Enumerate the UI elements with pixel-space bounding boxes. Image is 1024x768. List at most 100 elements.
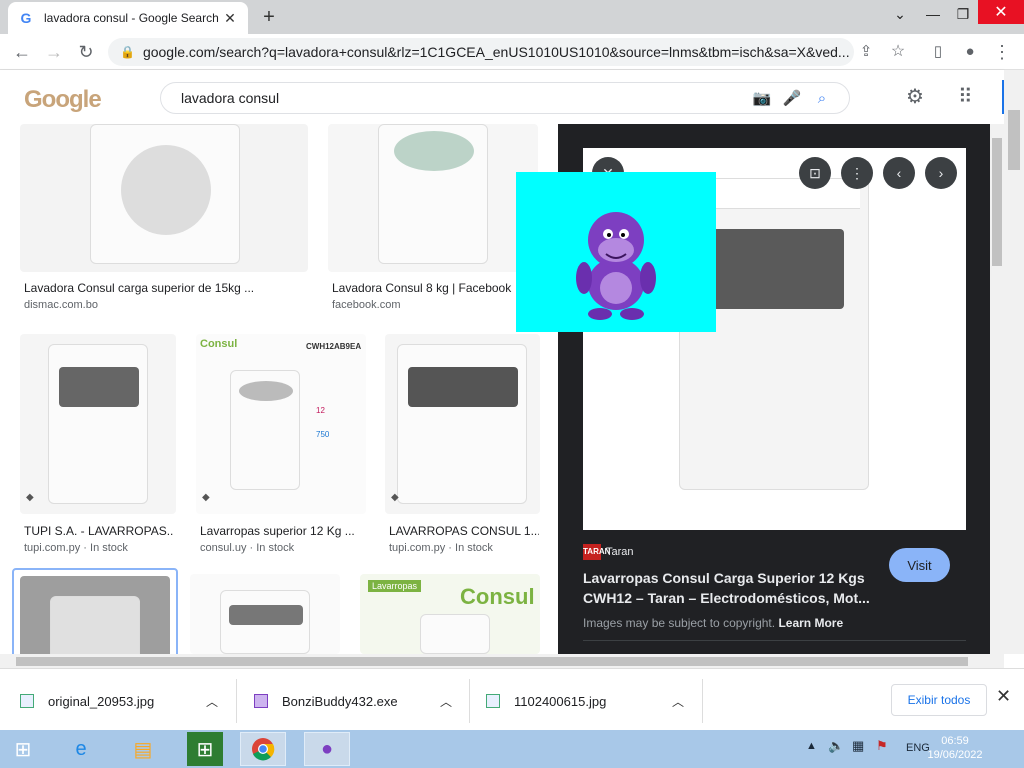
file-explorer-icon[interactable]: ▤: [120, 732, 166, 766]
store-icon[interactable]: ⊞: [187, 732, 223, 766]
image-file-icon: [20, 694, 34, 708]
result-card[interactable]: Lavadora Consul 8 kg | Facebook facebook…: [328, 124, 538, 314]
download-filename: original_20953.jpg: [48, 693, 155, 709]
search-icon[interactable]: ⌕: [807, 90, 837, 107]
download-item[interactable]: 1102400615.jpg ︿: [486, 687, 696, 715]
tab-strip: G lavadora consul - Google Search ✕ + ⌄ …: [0, 0, 1024, 34]
lens-search-icon[interactable]: ⊡: [799, 157, 831, 189]
download-item[interactable]: original_20953.jpg ︿: [20, 687, 230, 715]
result-source: facebook.com: [332, 299, 401, 311]
show-all-downloads-button[interactable]: Exibir todos: [891, 684, 987, 716]
result-thumbnail[interactable]: ◆: [385, 334, 540, 514]
shopping-tag-icon: ◆: [26, 492, 34, 503]
copyright-text: Images may be subject to copyright.: [583, 616, 776, 630]
preview-title[interactable]: Lavarropas Consul Carga Superior 12 Kgs …: [583, 568, 883, 608]
bonzibuddy-taskbar-icon[interactable]: ●: [304, 732, 350, 766]
close-download-bar-icon[interactable]: ✕: [996, 686, 1011, 707]
microphone-icon[interactable]: 🎤: [777, 89, 807, 107]
settings-gear-icon[interactable]: ⚙: [906, 84, 924, 109]
google-favicon-icon: G: [20, 10, 32, 26]
result-source: tupi.com.py · In stock: [389, 542, 493, 554]
preview-source-name[interactable]: Taran: [606, 546, 634, 558]
result-thumbnail[interactable]: [20, 576, 170, 654]
new-tab-button[interactable]: +: [258, 6, 280, 29]
download-bar: original_20953.jpg ︿ BonziBuddy432.exe ︿…: [0, 668, 1024, 730]
google-doodle-logo[interactable]: Google: [24, 86, 102, 114]
start-windows-icon[interactable]: ⊞: [0, 732, 46, 766]
lock-icon: 🔒: [120, 45, 135, 59]
panel-divider: [583, 640, 966, 641]
divider: [236, 679, 237, 723]
copyright-notice: Images may be subject to copyright. Lear…: [583, 616, 843, 630]
result-card-selected[interactable]: [12, 568, 178, 654]
visit-button[interactable]: Visit: [889, 548, 950, 582]
side-panel-icon[interactable]: ▯: [926, 40, 950, 64]
result-card[interactable]: Lavarropas Consul: [360, 574, 540, 654]
close-tab-icon[interactable]: ✕: [222, 10, 238, 27]
previous-image-icon[interactable]: ‹: [883, 157, 915, 189]
system-clock[interactable]: 06:59 19/06/2022: [920, 734, 990, 762]
clock-date: 19/06/2022: [927, 749, 983, 761]
lavarropas-label: Lavarropas: [368, 580, 422, 592]
result-thumbnail[interactable]: Consul CWH12AB9EA 12 750 ◆: [196, 334, 366, 514]
shopping-tag-icon: ◆: [391, 492, 399, 503]
back-button[interactable]: ←: [10, 40, 34, 64]
camera-search-icon[interactable]: 📷: [747, 89, 777, 107]
address-bar[interactable]: 🔒 google.com/search?q=lavadora+consul&rl…: [108, 38, 854, 66]
chevron-up-icon[interactable]: ︿: [206, 693, 218, 710]
search-input[interactable]: lavadora consul: [181, 90, 747, 106]
tray-arrow-icon[interactable]: ▲: [806, 740, 817, 752]
result-title[interactable]: TUPI S.A. - LAVARROPAS...: [24, 524, 174, 538]
tab-search-icon[interactable]: ⌄: [886, 0, 914, 28]
result-source: dismac.com.bo: [24, 299, 98, 311]
reload-button[interactable]: ↻: [74, 40, 98, 64]
bonzibuddy-window[interactable]: [516, 172, 716, 332]
kg-badge: 12: [316, 406, 325, 415]
chevron-up-icon[interactable]: ︿: [672, 693, 684, 710]
result-title[interactable]: Lavadora Consul carga superior de 15kg .…: [24, 281, 304, 295]
bookmark-star-icon[interactable]: ☆: [886, 40, 910, 64]
result-card[interactable]: [190, 574, 340, 654]
search-box[interactable]: lavadora consul 📷 🎤 ⌕: [160, 82, 850, 114]
result-title[interactable]: Lavadora Consul 8 kg | Facebook: [332, 281, 532, 295]
internet-explorer-icon[interactable]: e: [58, 732, 104, 766]
result-thumbnail[interactable]: ◆: [20, 334, 176, 514]
result-card[interactable]: ◆ TUPI S.A. - LAVARROPAS... tupi.com.py …: [20, 334, 176, 554]
minimize-button[interactable]: —: [918, 0, 948, 28]
window-close-button[interactable]: ✕: [978, 0, 1024, 24]
tab-title: lavadora consul - Google Search: [44, 11, 219, 25]
consul-big-text: Consul: [460, 584, 535, 609]
result-title[interactable]: LAVARROPAS CONSUL 1...: [389, 524, 539, 538]
network-icon[interactable]: ▦: [852, 738, 864, 754]
chevron-up-icon[interactable]: ︿: [440, 693, 452, 710]
result-thumbnail[interactable]: [328, 124, 538, 272]
page-scroll-thumb[interactable]: [1008, 110, 1020, 170]
result-title[interactable]: Lavarropas superior 12 Kg ...: [200, 524, 360, 538]
browser-tab[interactable]: G lavadora consul - Google Search ✕: [8, 2, 248, 34]
volume-icon[interactable]: 🔈: [828, 738, 844, 754]
result-card[interactable]: Lavadora Consul carga superior de 15kg .…: [20, 124, 308, 314]
restore-button[interactable]: ❐: [948, 0, 978, 28]
action-center-icon[interactable]: ⚑: [876, 738, 888, 754]
download-item[interactable]: BonziBuddy432.exe ︿: [254, 687, 464, 715]
more-options-icon[interactable]: ⋮: [841, 157, 873, 189]
panel-scroll-thumb[interactable]: [992, 138, 1002, 266]
result-card[interactable]: Consul CWH12AB9EA 12 750 ◆ Lavarropas su…: [196, 334, 366, 554]
result-source: tupi.com.py · In stock: [24, 542, 128, 554]
chrome-icon[interactable]: [240, 732, 286, 766]
forward-button[interactable]: →: [42, 40, 66, 64]
menu-kebab-icon[interactable]: ⋮: [990, 40, 1014, 64]
result-thumbnail[interactable]: Lavarropas Consul: [360, 574, 540, 654]
profile-avatar-icon[interactable]: ●: [958, 40, 982, 64]
result-thumbnail[interactable]: [20, 124, 308, 272]
browser-toolbar: ← → ↻ 🔒 google.com/search?q=lavadora+con…: [0, 34, 1024, 70]
apps-grid-icon[interactable]: ⠿: [958, 84, 973, 109]
result-card[interactable]: ◆ LAVARROPAS CONSUL 1... tupi.com.py · I…: [385, 334, 540, 554]
next-image-icon[interactable]: ›: [925, 157, 957, 189]
share-icon[interactable]: ⇪: [854, 40, 878, 64]
download-filename: BonziBuddy432.exe: [282, 693, 398, 709]
bonzibuddy-gorilla-icon[interactable]: [516, 172, 716, 332]
horizontal-scroll-thumb[interactable]: [16, 657, 968, 666]
result-thumbnail[interactable]: [190, 574, 340, 654]
learn-more-link[interactable]: Learn More: [778, 616, 843, 630]
